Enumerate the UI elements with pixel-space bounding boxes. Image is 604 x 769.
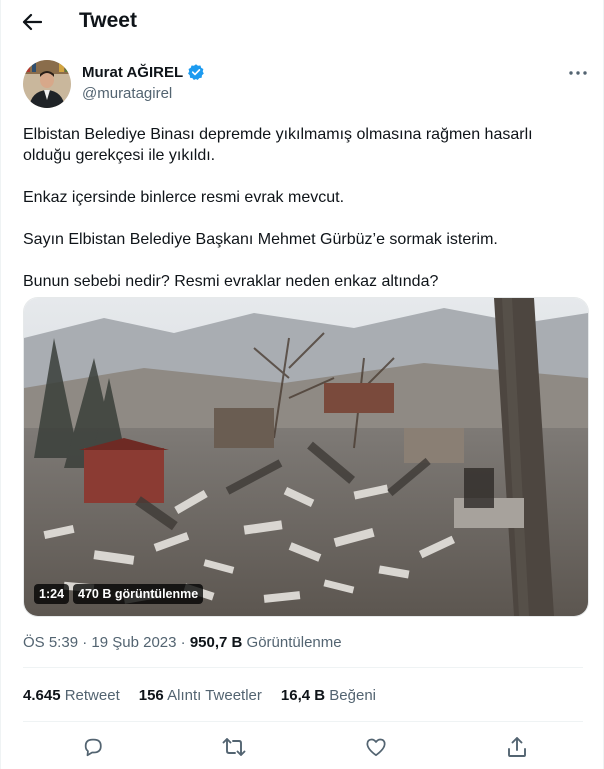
reply-button[interactable] xyxy=(79,733,107,761)
top-bar: Tweet xyxy=(1,0,604,44)
views-label: Görüntülenme xyxy=(246,634,342,651)
like-icon xyxy=(366,738,386,757)
share-button[interactable] xyxy=(503,733,531,761)
retweet-icon xyxy=(222,738,246,756)
quotes-count: 156 xyxy=(138,687,164,704)
retweets-stat[interactable]: 4.645 Retweet xyxy=(23,687,120,704)
action-bar xyxy=(1,733,604,761)
back-arrow-icon xyxy=(22,13,42,31)
share-icon xyxy=(508,737,526,757)
avatar[interactable] xyxy=(23,60,71,108)
video-duration: 1:24 xyxy=(34,584,70,604)
retweets-label: Retweet xyxy=(64,687,120,704)
likes-stat[interactable]: 16,4 B Beğeni xyxy=(281,687,376,704)
quotes-stat[interactable]: 156 Alıntı Tweetler xyxy=(139,687,262,704)
divider xyxy=(23,667,583,668)
tweet-paragraph: Enkaz içersinde binlerce resmi evrak mev… xyxy=(23,189,345,206)
tweet-meta: ÖS 5:39 · 19 Şub 2023 · 950,7 B Görüntül… xyxy=(23,634,342,651)
meta-separator: · xyxy=(180,634,186,651)
video-thumbnail xyxy=(24,298,588,616)
views-count: 950,7 B xyxy=(189,634,243,651)
divider xyxy=(23,721,583,722)
retweet-button[interactable] xyxy=(220,733,248,761)
video-player[interactable]: 1:24 470 B görüntülenme xyxy=(23,297,589,617)
tweet-paragraph: Bunun sebebi nedir? Resmi evraklar neden… xyxy=(23,273,439,290)
back-button[interactable] xyxy=(19,10,45,34)
retweets-count: 4.645 xyxy=(23,687,61,704)
more-icon xyxy=(569,71,587,75)
page-title: Tweet xyxy=(79,9,137,32)
author-name-text: Murat AĞIREL xyxy=(82,63,184,81)
verified-badge-icon xyxy=(188,64,204,81)
reply-icon xyxy=(84,738,102,757)
engagement-stats: 4.645 Retweet 156 Alıntı Tweetler 16,4 B… xyxy=(23,687,376,704)
tweet-date[interactable]: 19 Şub 2023 xyxy=(91,634,176,651)
more-options-button[interactable] xyxy=(566,63,590,83)
likes-count: 16,4 B xyxy=(280,687,326,704)
like-button[interactable] xyxy=(362,733,390,761)
video-badge: 1:24 470 B görüntülenme xyxy=(34,584,204,604)
author-handle[interactable]: @muratagirel xyxy=(82,85,172,102)
tweet-page: Tweet Murat AĞIREL @muratagirel Elbistan… xyxy=(0,0,604,769)
tweet-time[interactable]: ÖS 5:39 xyxy=(23,634,78,651)
tweet-text: Elbistan Belediye Binası depremde yıkılm… xyxy=(23,124,583,313)
video-views: 470 B görüntülenme xyxy=(73,584,204,604)
author-name[interactable]: Murat AĞIREL xyxy=(82,63,205,81)
tweet-paragraph: Sayın Elbistan Belediye Başkanı Mehmet G… xyxy=(23,231,498,248)
quotes-label: Alıntı Tweetler xyxy=(167,687,262,704)
likes-label: Beğeni xyxy=(329,687,376,704)
tweet-paragraph: Elbistan Belediye Binası depremde yıkılm… xyxy=(23,126,533,164)
meta-separator: · xyxy=(82,634,88,651)
